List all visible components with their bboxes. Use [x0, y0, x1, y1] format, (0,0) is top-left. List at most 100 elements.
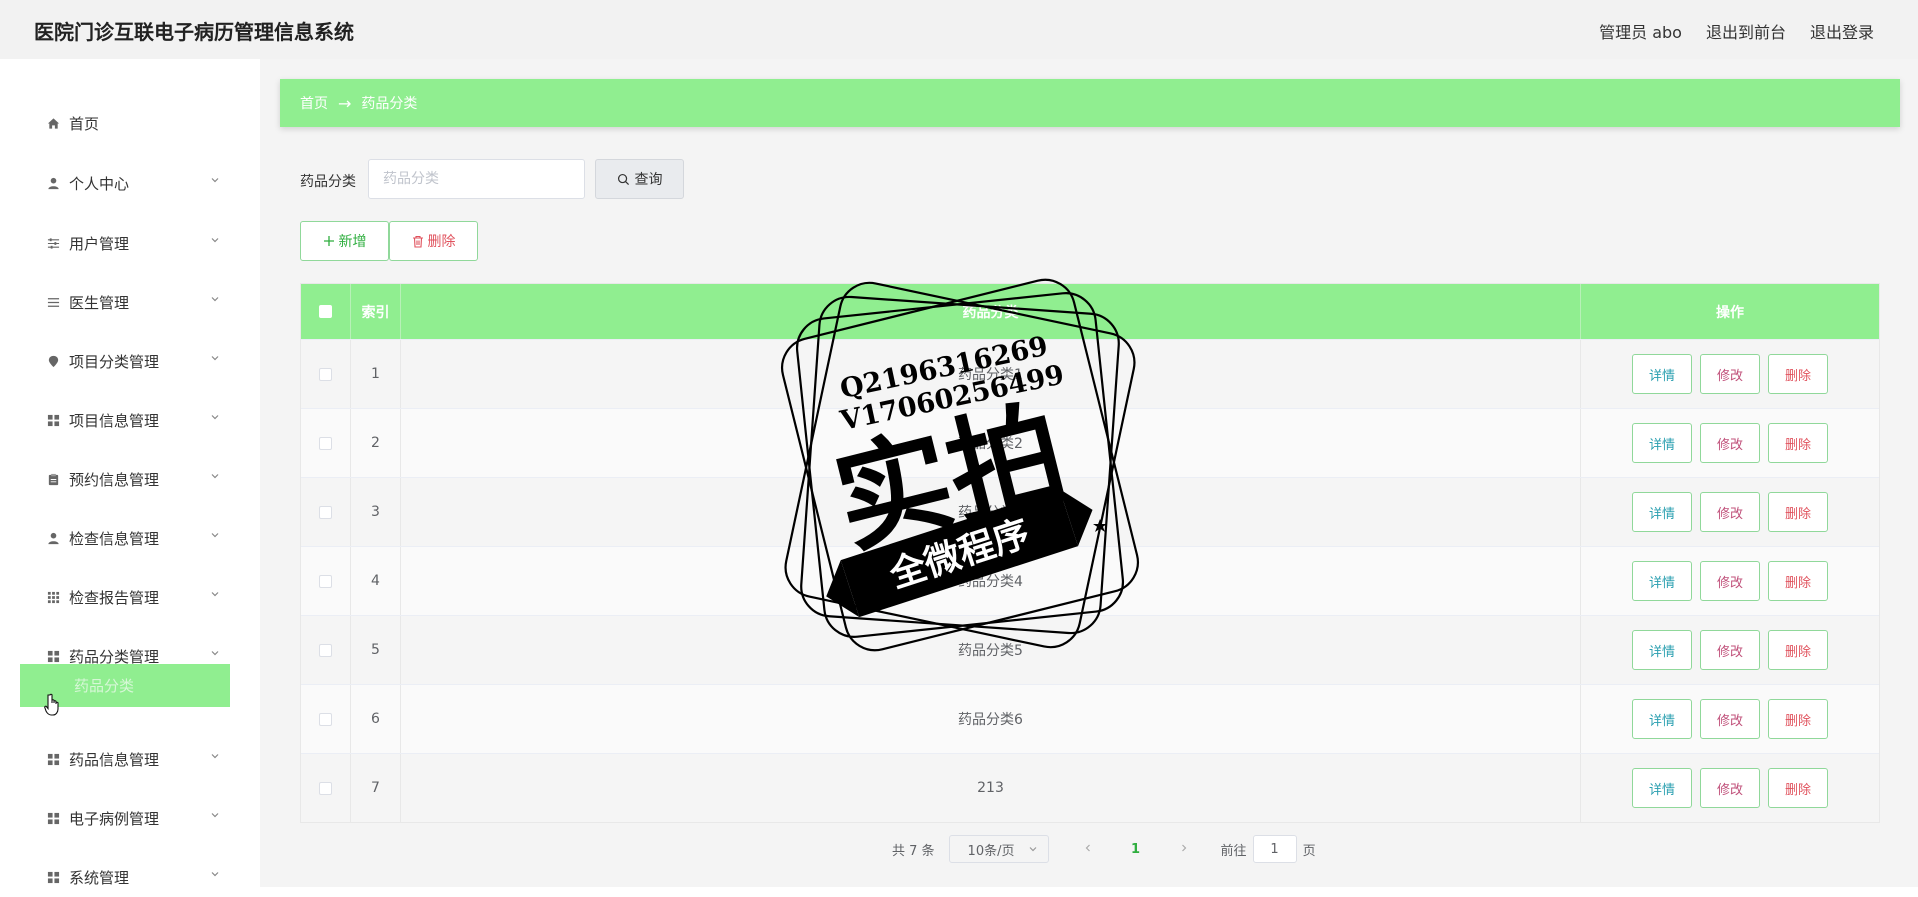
chevron-down-icon	[211, 872, 219, 877]
drug-category-table: 索引 药品分类 操作 1 药品分类1 详情 修改 删除 2 药品分类2 详情 修改 删除 3 药品分类…	[300, 283, 1880, 823]
edit-button[interactable]: 修改	[1700, 768, 1760, 808]
admin-user-label[interactable]: 管理员 abo	[1599, 19, 1682, 43]
row-name: 药品分类6	[401, 685, 1581, 753]
search-label: 药品分类	[300, 174, 356, 190]
breadcrumb-home[interactable]: 首页	[300, 93, 328, 113]
sidebar-item-exam-report[interactable]: 检查报告管理	[46, 577, 230, 617]
sidebar-item-label: 系统管理	[69, 868, 130, 887]
sidebar-item-label: 预约信息管理	[69, 470, 160, 489]
row-checkbox[interactable]	[319, 367, 332, 381]
goto-suffix: 页	[1302, 843, 1316, 859]
sidebar-item-user-management[interactable]: 用户管理	[46, 223, 230, 263]
row-actions: 详情 修改 删除	[1581, 685, 1879, 753]
row-name: 药品分类5	[401, 616, 1581, 684]
sidebar-item-doctor-management[interactable]: 医生管理	[46, 282, 230, 322]
row-index: 5	[351, 616, 401, 684]
sidebar-item-home[interactable]: 首页	[46, 103, 230, 143]
row-index: 2	[351, 409, 401, 477]
sidebar-item-system-management[interactable]: 系统管理	[46, 857, 230, 897]
delete-button[interactable]: 删除	[1768, 354, 1828, 394]
row-actions: 详情 修改 删除	[1581, 478, 1879, 546]
row-name: 213	[401, 754, 1581, 822]
search-icon	[617, 173, 629, 185]
edit-button[interactable]: 修改	[1700, 423, 1760, 463]
detail-button[interactable]: 详情	[1632, 630, 1692, 670]
row-select-cell	[301, 478, 351, 546]
sidebar-item-label: 药品信息管理	[69, 750, 160, 769]
delete-button[interactable]: 删除	[1768, 768, 1828, 808]
table-row: 6 药品分类6 详情 修改 删除	[301, 684, 1879, 753]
detail-button[interactable]: 详情	[1632, 423, 1692, 463]
clipboard-icon	[46, 472, 60, 486]
chevron-down-icon	[211, 592, 219, 597]
logout-link[interactable]: 退出登录	[1810, 19, 1874, 43]
top-bar: 医院门诊互联电子病历管理信息系统 管理员 abo 退出到前台 退出登录	[0, 0, 1918, 59]
header-name[interactable]: 药品分类	[401, 284, 1581, 339]
list-icon	[46, 295, 60, 309]
row-checkbox[interactable]	[319, 712, 332, 726]
edit-button[interactable]: 修改	[1700, 492, 1760, 532]
row-checkbox[interactable]	[319, 643, 332, 657]
sidebar-item-personal-center[interactable]: 个人中心	[46, 163, 230, 203]
search-input[interactable]	[368, 159, 585, 199]
row-name: 药品分类4	[401, 547, 1581, 615]
table-row: 3 药品分类3 详情 修改 删除	[301, 477, 1879, 546]
table-row: 5 药品分类5 详情 修改 删除	[301, 615, 1879, 684]
page-number-current[interactable]: 1	[1121, 842, 1151, 857]
grid-icon	[46, 649, 60, 663]
sidebar-item-label: 电子病例管理	[69, 809, 160, 828]
sidebar-item-project-category[interactable]: 项目分类管理	[46, 341, 230, 381]
row-checkbox[interactable]	[319, 436, 332, 450]
delete-button[interactable]: 删除	[1768, 630, 1828, 670]
sidebar-item-drug-info[interactable]: 药品信息管理	[46, 739, 230, 779]
delete-button[interactable]: 删除	[1768, 492, 1828, 532]
chevron-down-icon	[211, 238, 219, 243]
breadcrumb-arrow-icon: →	[338, 93, 352, 113]
sidebar-item-label: 个人中心	[69, 174, 130, 193]
chevron-right-icon	[1181, 844, 1186, 851]
row-checkbox[interactable]	[319, 781, 332, 795]
sidebar-item-exam-info[interactable]: 检查信息管理	[46, 518, 230, 558]
detail-button[interactable]: 详情	[1632, 354, 1692, 394]
sidebar-item-project-info[interactable]: 项目信息管理	[46, 400, 230, 440]
next-page-button[interactable]	[1169, 842, 1199, 857]
edit-button[interactable]: 修改	[1700, 699, 1760, 739]
exit-to-front-link[interactable]: 退出到前台	[1706, 19, 1786, 43]
detail-button[interactable]: 详情	[1632, 768, 1692, 808]
edit-button[interactable]: 修改	[1700, 630, 1760, 670]
row-index: 3	[351, 478, 401, 546]
detail-button[interactable]: 详情	[1632, 492, 1692, 532]
delete-button[interactable]: 删除	[1768, 561, 1828, 601]
detail-button[interactable]: 详情	[1632, 561, 1692, 601]
delete-button[interactable]: 删除	[1768, 699, 1828, 739]
row-actions: 详情 修改 删除	[1581, 547, 1879, 615]
delete-button[interactable]: 删除	[1768, 423, 1828, 463]
hand-cursor-icon	[44, 693, 59, 716]
row-checkbox[interactable]	[319, 505, 332, 519]
chevron-left-icon	[1085, 844, 1090, 851]
row-actions: 详情 修改 删除	[1581, 754, 1879, 822]
row-name: 药品分类3	[401, 478, 1581, 546]
row-select-cell	[301, 616, 351, 684]
trash-icon	[412, 235, 423, 248]
edit-button[interactable]: 修改	[1700, 354, 1760, 394]
user-icon	[46, 531, 60, 545]
goto-page-input[interactable]	[1252, 835, 1297, 863]
detail-button[interactable]: 详情	[1632, 699, 1692, 739]
row-actions: 详情 修改 删除	[1581, 340, 1879, 408]
row-checkbox[interactable]	[319, 574, 332, 588]
breadcrumb-current: 药品分类	[361, 96, 418, 112]
chevron-down-icon	[211, 474, 219, 479]
edit-button[interactable]: 修改	[1700, 561, 1760, 601]
row-index: 7	[351, 754, 401, 822]
add-button-label: 新增	[338, 234, 367, 250]
add-button[interactable]: 新增	[300, 221, 389, 261]
select-all-checkbox[interactable]	[319, 305, 332, 318]
batch-delete-button[interactable]: 删除	[389, 221, 478, 261]
prev-page-button[interactable]	[1073, 842, 1103, 857]
sidebar-item-label: 首页	[69, 114, 100, 133]
sidebar-item-emr-management[interactable]: 电子病例管理	[46, 798, 230, 838]
sidebar-item-appointment-info[interactable]: 预约信息管理	[46, 459, 230, 499]
page-size-select[interactable]: 10条/页	[948, 835, 1049, 863]
search-button[interactable]: 查询	[595, 159, 684, 199]
